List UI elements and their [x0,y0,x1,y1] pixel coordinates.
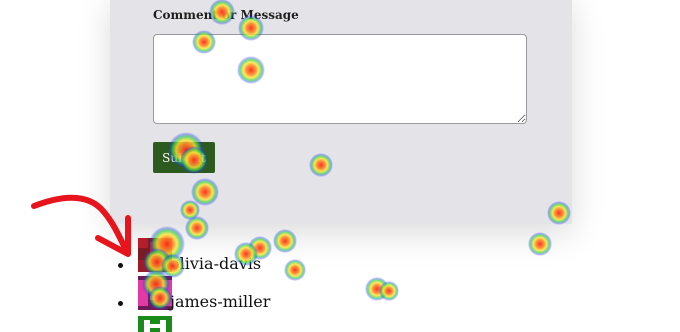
list-bullet [118,263,123,268]
comment-field-label: Comment or Message [153,8,299,22]
list-item: james-miller [118,276,298,316]
heatmap-spot [365,277,389,301]
username-link[interactable]: olivia-davis [170,254,261,273]
heatmap-spot [528,232,552,256]
user-avatar[interactable] [138,238,172,272]
comment-textarea[interactable] [153,34,527,124]
list-bullet [118,301,123,306]
submit-button[interactable]: Submit [153,142,215,173]
user-avatar[interactable] [138,316,172,332]
heatmap-spot [379,281,399,301]
list-item: olivia-davis [118,238,298,278]
user-avatar[interactable] [138,276,172,310]
username-link[interactable]: james-miller [170,292,270,311]
